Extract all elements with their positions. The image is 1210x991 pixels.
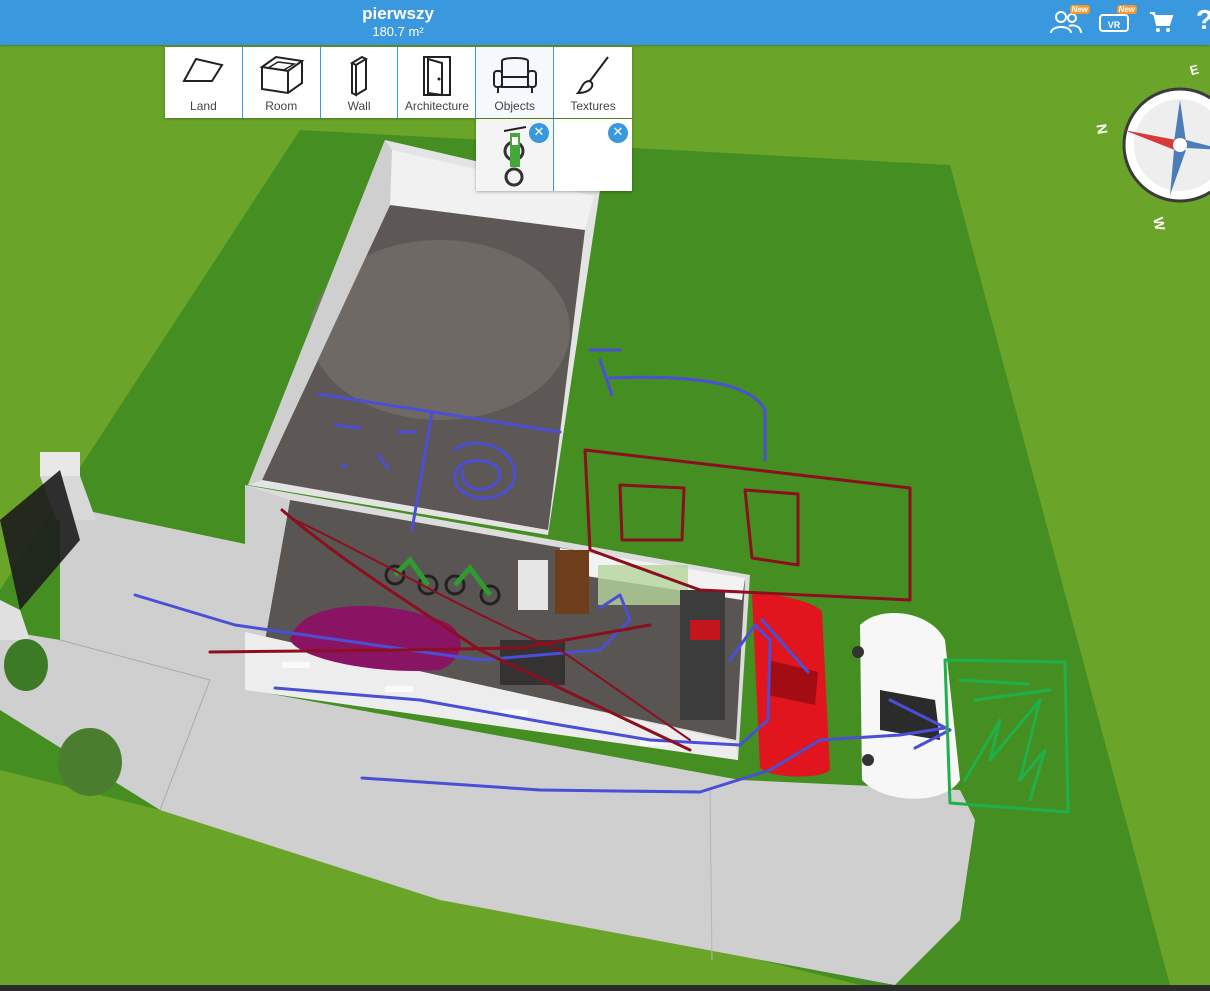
- main-toolbar: Land Room Wall Architecture Objects Text…: [165, 47, 632, 118]
- vr-label: VR: [1108, 20, 1121, 30]
- project-name[interactable]: pierwszy: [298, 4, 498, 24]
- help-button[interactable]: ?: [1196, 4, 1210, 36]
- tool-label: Textures: [570, 99, 616, 113]
- tool-land[interactable]: Land: [165, 47, 243, 118]
- tool-textures[interactable]: Textures: [554, 47, 632, 118]
- selected-object-slot[interactable]: ✕: [476, 119, 554, 191]
- tool-wall[interactable]: Wall: [321, 47, 399, 118]
- white-car[interactable]: [852, 613, 960, 799]
- top-bar: pierwszy 180.7 m² New VR New ?: [0, 0, 1210, 45]
- collaborate-button[interactable]: New: [1048, 5, 1090, 38]
- new-badge: New: [1069, 5, 1090, 14]
- vr-button[interactable]: VR New: [1097, 5, 1137, 38]
- project-area: 180.7 m²: [372, 24, 424, 39]
- tool-room[interactable]: Room: [243, 47, 321, 118]
- tool-objects[interactable]: Objects: [476, 47, 555, 118]
- shop-button[interactable]: [1148, 6, 1174, 38]
- tool-label: Room: [265, 99, 298, 113]
- land-icon: [182, 57, 224, 82]
- remove-object-button[interactable]: ✕: [529, 123, 549, 143]
- new-badge: New: [1116, 5, 1137, 14]
- door-icon: [422, 56, 451, 97]
- bottom-border: [0, 985, 1210, 991]
- paintbrush-icon: [575, 56, 609, 95]
- remove-object-button[interactable]: ✕: [608, 123, 628, 143]
- bush[interactable]: [58, 728, 122, 796]
- armchair-icon: [492, 57, 537, 93]
- wall-icon: [349, 55, 369, 97]
- tool-label: Objects: [494, 99, 536, 113]
- tool-architecture[interactable]: Architecture: [398, 47, 477, 118]
- selected-object-slot[interactable]: ✕: [554, 119, 632, 191]
- tool-label: Land: [190, 99, 217, 113]
- tool-label: Architecture: [404, 99, 469, 113]
- cart-icon: [1150, 12, 1174, 32]
- tool-label: Wall: [347, 99, 371, 113]
- bush[interactable]: [4, 639, 48, 691]
- room-icon: [259, 55, 305, 95]
- selection-tray: ✕ ✕: [476, 119, 632, 191]
